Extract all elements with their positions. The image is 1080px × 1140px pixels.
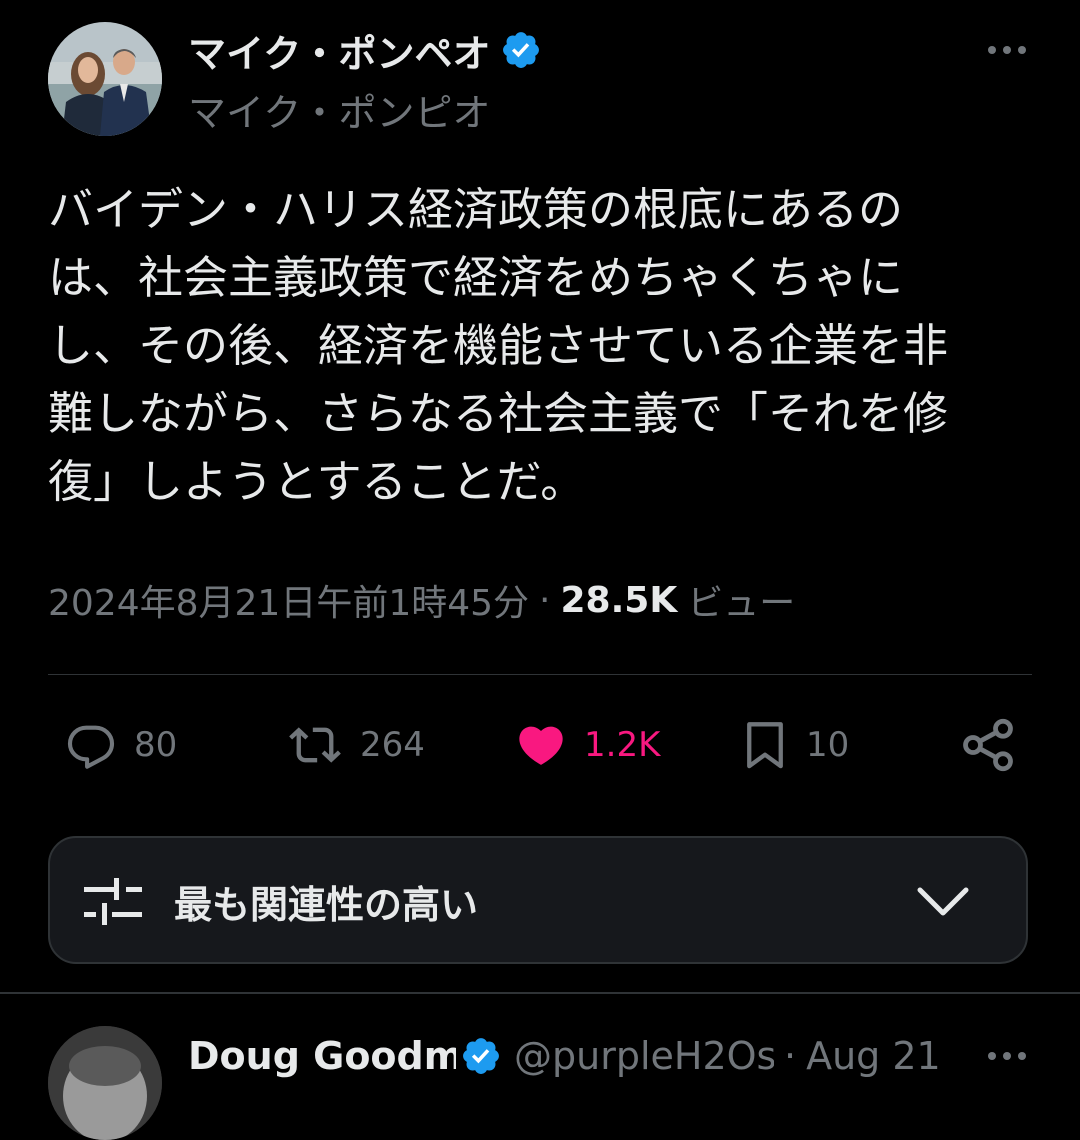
reply-time[interactable]: Aug 21 [806, 1034, 941, 1078]
more-icon[interactable] [986, 38, 1028, 62]
like-button[interactable]: 1.2K [512, 705, 660, 785]
avatar-image [48, 22, 162, 136]
action-bar: 80 264 1.2K 10 [0, 705, 1080, 785]
divider [0, 992, 1080, 994]
tweet-text: バイデン・ハリス経済政策の根底にあるの は、社会主義政策で経済をめちゃくちゃに … [48, 183, 949, 508]
author-avatar[interactable] [48, 22, 162, 136]
more-icon[interactable] [986, 1044, 1028, 1068]
tweet-meta: 2024年8月21日午前1時45分 · 28.5K ビュー [48, 574, 795, 626]
reply-handle[interactable]: @purpleH2Oshirt [514, 1034, 774, 1078]
reply-count: 80 [134, 725, 178, 765]
reply-display-name[interactable]: Doug Goodman [188, 1034, 456, 1078]
author-name-row: マイク・ポンペオ [188, 26, 542, 76]
reply-icon [67, 725, 115, 769]
reply-sort-dropdown[interactable]: 最も関連性の高い [48, 836, 1028, 964]
divider [48, 674, 1032, 675]
repost-button[interactable]: 264 [284, 705, 425, 785]
views-label: ビュー [687, 583, 796, 624]
sort-label: 最も関連性の高い [174, 883, 479, 927]
reply-avatar[interactable] [48, 1026, 162, 1140]
verified-badge-icon[interactable] [460, 1035, 502, 1077]
repost-count: 264 [360, 725, 425, 765]
reply-button[interactable]: 80 [62, 705, 177, 785]
heart-icon [519, 726, 563, 765]
meta-separator: · [539, 579, 551, 621]
share-button[interactable] [958, 705, 1018, 785]
bookmark-button[interactable]: 10 [738, 705, 849, 785]
reply-avatar-image [48, 1026, 162, 1140]
like-count: 1.2K [584, 725, 661, 765]
verified-badge-icon[interactable] [500, 29, 542, 71]
reply-header: Doug Goodman @purpleH2Oshirt · Aug 21 [188, 1030, 941, 1082]
author-display-name[interactable]: マイク・ポンペオ [188, 23, 490, 78]
chevron-down-icon [917, 887, 969, 916]
sort-sliders-icon [84, 878, 142, 925]
repost-icon [289, 727, 341, 763]
author-handle[interactable]: マイク・ポンピオ [188, 82, 490, 137]
tweet-timestamp[interactable]: 2024年8月21日午前1時45分 [48, 574, 529, 626]
reply-separator: · [784, 1034, 797, 1078]
bookmark-count: 10 [806, 725, 850, 765]
bookmark-icon [747, 722, 783, 769]
views-count[interactable]: 28.5K [561, 580, 678, 621]
share-icon [963, 718, 1013, 772]
